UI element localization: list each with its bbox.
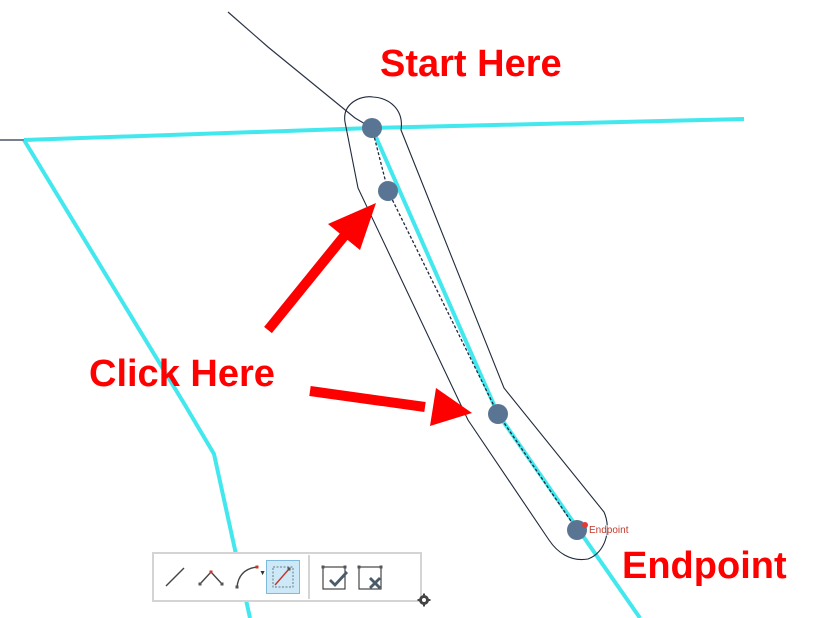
arrow-lower [309, 386, 472, 426]
gear-icon [417, 593, 431, 607]
trace-icon [272, 566, 294, 588]
snap-tooltip: Endpoint [589, 525, 629, 536]
start-here-label: Start Here [380, 43, 562, 85]
cancel-x-icon [357, 565, 383, 590]
cancel-sketch-button[interactable] [354, 560, 388, 594]
line-tool-button[interactable] [158, 560, 192, 594]
vertex-click-2[interactable] [488, 404, 508, 424]
endpoint-snap-marker [582, 522, 588, 528]
sketch-toolbar: ▼ [152, 552, 422, 602]
polyline-tool-button[interactable] [194, 560, 228, 594]
toolbar-settings-button[interactable] [417, 593, 431, 607]
trace-tool-button[interactable] [266, 560, 300, 594]
finish-sketch-button[interactable] [318, 560, 352, 594]
dark-road-line [227, 11, 373, 129]
cyan-feature-horizontal [23, 117, 745, 142]
vertex-start[interactable] [362, 118, 382, 138]
map-canvas[interactable] [0, 0, 815, 618]
click-here-label: Click Here [89, 353, 275, 395]
arc-tool-button[interactable]: ▼ [230, 560, 266, 594]
angle-line-icon [198, 570, 224, 586]
toolbar-separator [308, 555, 310, 599]
chevron-down-icon[interactable]: ▼ [259, 570, 266, 577]
straight-line-icon [165, 567, 185, 587]
endpoint-label: Endpoint [622, 545, 787, 587]
arrow-upper [264, 203, 376, 334]
vertex-click-1[interactable] [378, 181, 398, 201]
cyan-feature-diagonal [370, 127, 642, 618]
finish-check-icon [321, 565, 349, 590]
arc-icon [235, 565, 259, 589]
buffer-outline [344, 96, 608, 561]
sketch-segment [371, 127, 578, 531]
